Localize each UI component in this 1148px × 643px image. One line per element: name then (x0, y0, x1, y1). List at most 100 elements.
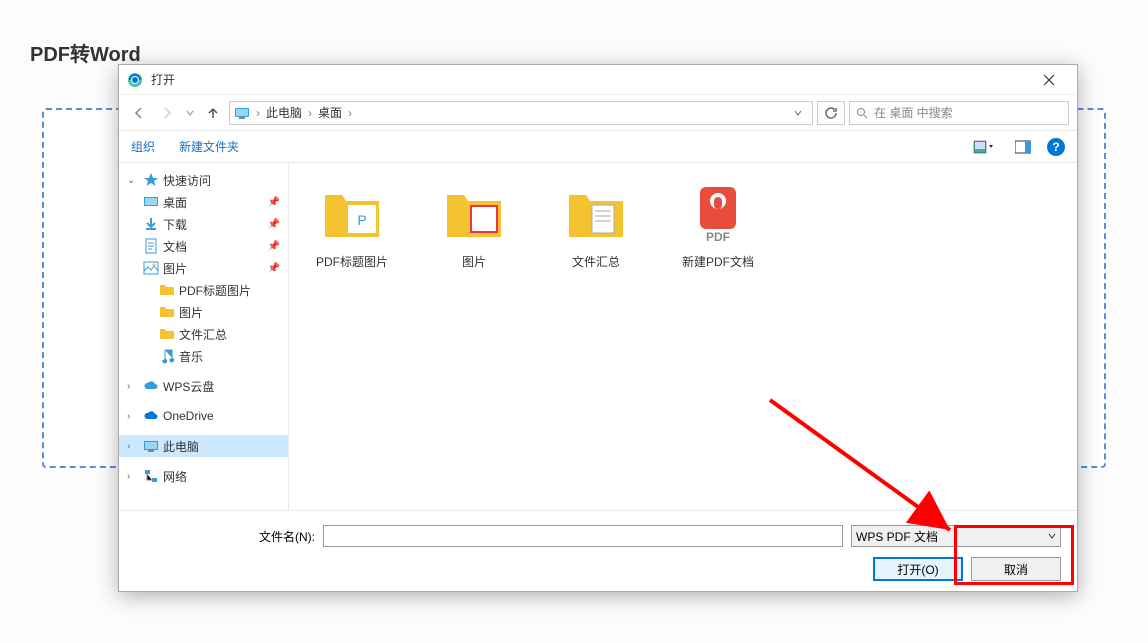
cloud-icon (143, 378, 159, 394)
file-label: PDF标题图片 (316, 253, 388, 270)
dialog-titlebar: 打开 (119, 65, 1077, 95)
sidebar-item-label: 网络 (163, 468, 187, 485)
sidebar-music[interactable]: 音乐 (119, 345, 288, 367)
folder-item[interactable]: P PDF标题图片 (297, 179, 407, 274)
pin-icon: 📌 (268, 263, 280, 274)
sidebar-item-label: 此电脑 (163, 438, 199, 455)
recent-dropdown[interactable] (183, 101, 197, 125)
page-title: PDF转Word (30, 38, 141, 67)
sidebar-item-label: 文件汇总 (179, 326, 227, 343)
search-input[interactable]: 在 桌面 中搜索 (849, 101, 1069, 125)
download-icon (143, 216, 159, 232)
network-icon (143, 468, 159, 484)
document-icon (143, 238, 159, 254)
search-placeholder: 在 桌面 中搜索 (874, 104, 953, 121)
dialog-body: ⌄ 快速访问 桌面 📌 下载 📌 文档 📌 图片 (119, 163, 1077, 510)
sidebar-item-label: 音乐 (179, 348, 203, 365)
open-button-label: 打开(O) (897, 561, 938, 578)
music-icon (159, 348, 175, 364)
pc-icon (234, 105, 250, 121)
sidebar-documents[interactable]: 文档 📌 (119, 235, 288, 257)
sidebar-item-label: 下载 (163, 216, 187, 233)
desktop-icon (143, 194, 159, 210)
sidebar-item-label: WPS云盘 (163, 378, 214, 395)
folder-item[interactable]: 图片 (419, 179, 529, 274)
pdf-file-item[interactable]: PDF 新建PDF文档 (663, 179, 773, 274)
filetype-value: WPS PDF 文档 (856, 528, 938, 545)
cancel-button-label: 取消 (1004, 561, 1028, 578)
preview-pane-button[interactable] (1007, 136, 1039, 158)
folder-icon (159, 304, 175, 320)
help-button[interactable]: ? (1047, 138, 1065, 156)
sidebar-item-label: 桌面 (163, 194, 187, 211)
forward-button[interactable] (155, 101, 179, 125)
folder-thumbnail-icon (442, 183, 506, 247)
open-button[interactable]: 打开(O) (873, 557, 963, 581)
breadcrumb-sep-icon: › (346, 106, 354, 120)
star-icon (143, 172, 159, 188)
caret-right-icon: › (127, 471, 139, 482)
caret-down-icon: ⌄ (127, 175, 139, 186)
dialog-footer: 文件名(N): WPS PDF 文档 打开(O) 取消 (119, 510, 1077, 591)
chevron-down-icon (1048, 532, 1056, 540)
filetype-select[interactable]: WPS PDF 文档 (851, 525, 1061, 547)
svg-text:PDF: PDF (706, 230, 730, 244)
dialog-title: 打开 (151, 71, 1029, 88)
breadcrumb-sep-icon: › (254, 106, 262, 120)
search-icon (856, 107, 868, 119)
refresh-button[interactable] (817, 101, 845, 125)
file-label: 文件汇总 (572, 253, 620, 270)
filename-input[interactable] (323, 525, 843, 547)
sidebar-pics[interactable]: 图片 (119, 301, 288, 323)
file-open-dialog: 打开 › 此电脑 › 桌面 › (118, 64, 1078, 592)
sidebar-pdf-title-pics[interactable]: PDF标题图片 (119, 279, 288, 301)
sidebar-desktop[interactable]: 桌面 📌 (119, 191, 288, 213)
edge-browser-icon (127, 72, 143, 88)
back-button[interactable] (127, 101, 151, 125)
toolbar: 组织 新建文件夹 ? (119, 131, 1077, 163)
cancel-button[interactable]: 取消 (971, 557, 1061, 581)
sidebar-item-label: PDF标题图片 (179, 282, 251, 299)
sidebar-file-summary[interactable]: 文件汇总 (119, 323, 288, 345)
sidebar-wps-cloud[interactable]: › WPS云盘 (119, 375, 288, 397)
close-button[interactable] (1029, 66, 1069, 94)
sidebar-item-label: OneDrive (163, 409, 214, 423)
svg-text:P: P (357, 212, 366, 228)
breadcrumb-dropdown-icon[interactable] (788, 106, 808, 120)
pin-icon: 📌 (268, 197, 280, 208)
breadcrumb-this-pc[interactable]: 此电脑 (262, 104, 306, 121)
file-label: 新建PDF文档 (682, 253, 754, 270)
pdf-file-icon: PDF (686, 183, 750, 247)
breadcrumb[interactable]: › 此电脑 › 桌面 › (229, 101, 813, 125)
sidebar: ⌄ 快速访问 桌面 📌 下载 📌 文档 📌 图片 (119, 163, 289, 510)
folder-thumbnail-icon (564, 183, 628, 247)
folder-icon (159, 326, 175, 342)
sidebar-item-label: 图片 (163, 260, 187, 277)
sidebar-quick-access[interactable]: ⌄ 快速访问 (119, 169, 288, 191)
pin-icon: 📌 (268, 219, 280, 230)
file-label: 图片 (462, 253, 486, 270)
up-button[interactable] (201, 101, 225, 125)
sidebar-network[interactable]: › 网络 (119, 465, 288, 487)
organize-menu[interactable]: 组织 (131, 138, 155, 155)
breadcrumb-desktop[interactable]: 桌面 (314, 104, 346, 121)
file-list: P PDF标题图片 图片 文件汇总 PDF 新建PDF文档 (289, 163, 1077, 510)
sidebar-downloads[interactable]: 下载 📌 (119, 213, 288, 235)
onedrive-icon (143, 408, 159, 424)
sidebar-onedrive[interactable]: › OneDrive (119, 405, 288, 427)
pc-icon (143, 438, 159, 454)
sidebar-item-label: 文档 (163, 238, 187, 255)
filename-label: 文件名(N): (135, 528, 315, 545)
new-folder-button[interactable]: 新建文件夹 (179, 138, 239, 155)
picture-icon (143, 260, 159, 276)
caret-right-icon: › (127, 411, 139, 422)
sidebar-item-label: 快速访问 (163, 172, 211, 189)
caret-right-icon: › (127, 381, 139, 392)
folder-icon (159, 282, 175, 298)
view-options-button[interactable] (967, 136, 999, 158)
folder-item[interactable]: 文件汇总 (541, 179, 651, 274)
breadcrumb-sep-icon: › (306, 106, 314, 120)
sidebar-pictures[interactable]: 图片 📌 (119, 257, 288, 279)
caret-right-icon: › (127, 441, 139, 452)
sidebar-this-pc[interactable]: › 此电脑 (119, 435, 288, 457)
